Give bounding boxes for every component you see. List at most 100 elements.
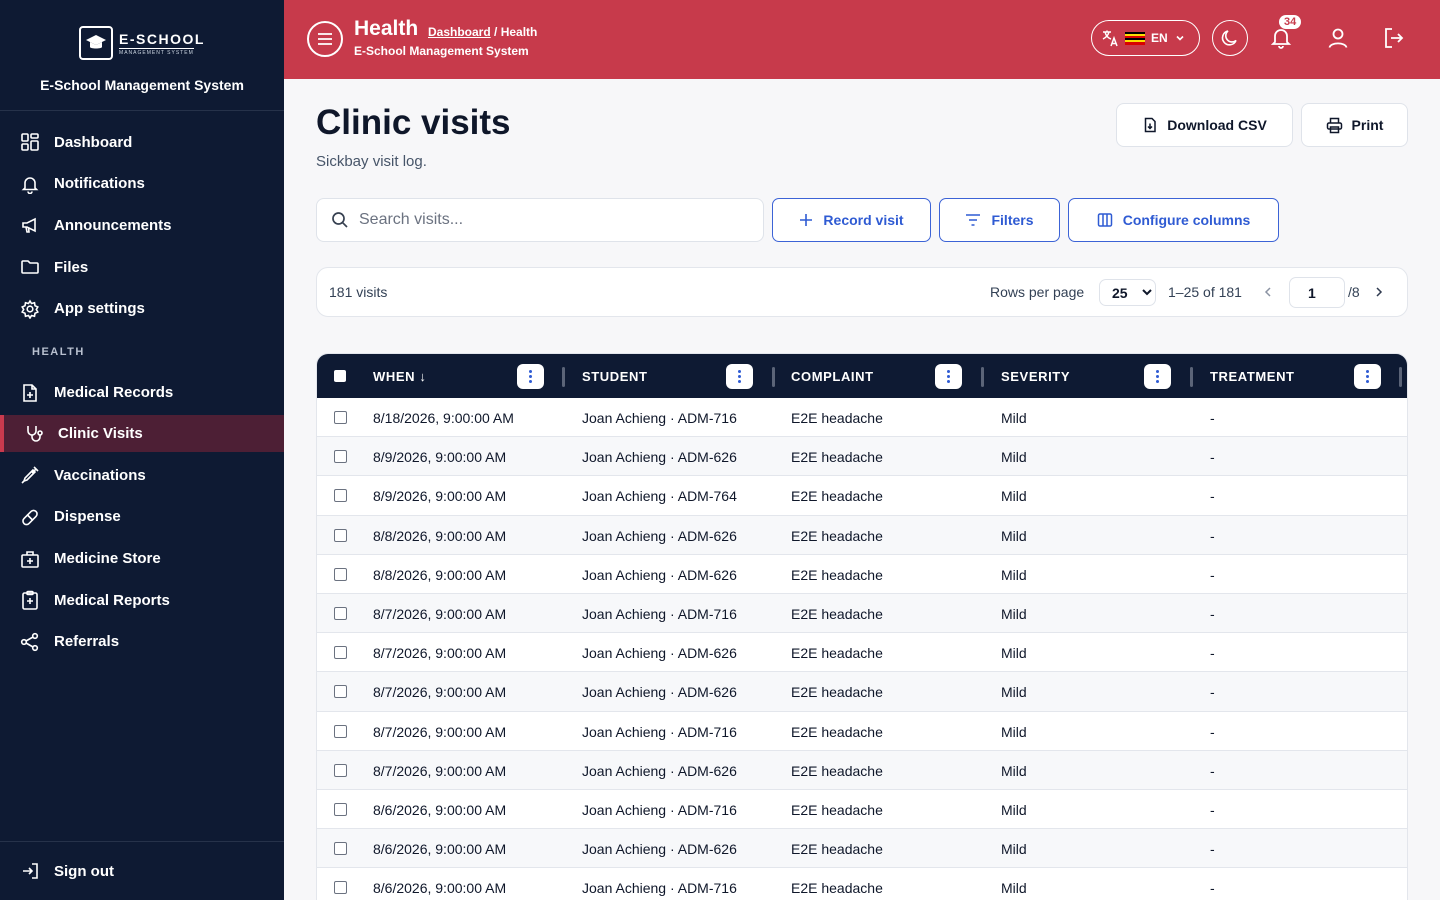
theme-toggle-button[interactable] [1212,20,1248,56]
column-menu-button[interactable] [1354,364,1381,389]
table-row[interactable]: 8/9/2026, 9:00:00 AM Joan Achieng · ADM-6… [317,437,1407,477]
table-row[interactable]: 8/7/2026, 9:00:00 AM Joan Achieng · ADM-7… [317,593,1407,634]
row-checkbox[interactable] [334,646,347,660]
table-row[interactable]: 8/7/2026, 9:00:00 AM Joan Achieng · ADM-6… [317,672,1407,712]
sidebar-item-vaccinations[interactable]: Vaccinations [0,456,284,494]
column-header-complaint[interactable]: COMPLAINT [791,354,874,398]
language-selector[interactable]: EN [1091,20,1200,56]
column-header-when[interactable]: WHEN ↓ [373,354,426,398]
row-checkbox[interactable] [334,685,347,699]
sidebar-item-files[interactable]: Files [0,248,284,286]
search-input[interactable] [359,211,739,229]
menu-toggle-button[interactable] [307,21,343,57]
sidebar-item-referrals[interactable]: Referrals [0,623,284,661]
sidebar: E-SCHOOL MANAGEMENT SYSTEM E-School Mana… [0,0,284,900]
table-row[interactable]: 8/7/2026, 9:00:00 AM Joan Achieng · ADM-6… [317,750,1407,790]
sidebar-item-clinic-visits[interactable]: Clinic Visits [0,415,284,453]
chevron-left-icon[interactable] [1261,285,1275,299]
row-checkbox[interactable] [334,763,347,777]
page-section-title: Health [354,17,419,40]
sidebar-item-medical-records[interactable]: Medical Records [0,374,284,412]
complaint-cell: E2E headache [791,880,883,897]
chevron-right-icon[interactable] [1372,285,1386,299]
sidebar-item-label: Medical Records [54,384,174,402]
sidebar-item-medical-reports[interactable]: Medical Reports [0,581,284,619]
treatment-cell: - [1210,762,1215,779]
table-row[interactable]: 8/6/2026, 9:00:00 AM Joan Achieng · ADM-6… [317,829,1407,869]
student-cell: Joan Achieng · ADM-716 [582,605,737,622]
page-number-input[interactable] [1289,277,1345,308]
sidebar-item-notifications[interactable]: Notifications [0,165,284,203]
logout-icon[interactable] [1382,26,1406,50]
sidebar-item-dashboard[interactable]: Dashboard [0,123,284,161]
complaint-cell: E2E headache [791,841,883,858]
language-code: EN [1151,31,1168,45]
kebab-icon [738,369,741,384]
search-box[interactable] [316,198,764,242]
row-checkbox[interactable] [334,606,347,620]
sidebar-item-announcements[interactable]: Announcements [0,206,284,244]
column-resizer[interactable] [772,367,775,387]
table-row[interactable]: 8/7/2026, 9:00:00 AM Joan Achieng · ADM-7… [317,712,1407,751]
column-menu-button[interactable] [935,364,962,389]
sidebar-item-app-settings[interactable]: App settings [0,290,284,328]
sidebar-item-medicine-store[interactable]: Medicine Store [0,540,284,578]
configure-columns-button[interactable]: Configure columns [1068,198,1279,242]
sidebar-item-label: Medicine Store [54,550,161,567]
complaint-cell: E2E headache [791,410,883,426]
column-menu-button[interactable] [726,364,753,389]
record-visit-button[interactable]: Record visit [772,198,931,242]
sidebar-item-label: Announcements [54,216,172,234]
column-header-student[interactable]: STUDENT [582,354,648,398]
filters-button[interactable]: Filters [939,198,1060,242]
column-header-treatment[interactable]: TREATMENT [1210,354,1295,398]
severity-cell: Mild [1001,410,1027,426]
download-csv-button[interactable]: Download CSV [1116,103,1293,147]
row-checkbox[interactable] [334,489,347,503]
table-row[interactable]: 8/6/2026, 9:00:00 AM Joan Achieng · ADM-7… [317,790,1407,830]
severity-cell: Mild [1001,527,1027,544]
user-profile-icon[interactable] [1326,26,1350,50]
column-resizer[interactable] [562,367,565,387]
column-resizer[interactable] [1190,367,1193,387]
print-button[interactable]: Print [1301,103,1408,147]
sidebar-item-label: Dashboard [54,133,133,151]
table-row[interactable]: 8/8/2026, 9:00:00 AM Joan Achieng · ADM-6… [317,515,1407,555]
visit-date-cell: 8/18/2026, 9:00:00 AM [373,410,514,426]
treatment-cell: - [1210,645,1215,662]
table-row[interactable]: 8/8/2026, 9:00:00 AM Joan Achieng · ADM-6… [317,555,1407,594]
student-cell: Joan Achieng · ADM-626 [582,449,737,466]
kebab-icon [529,369,532,384]
table-row[interactable]: 8/18/2026, 9:00:00 AM Joan Achieng · ADM-… [317,398,1407,438]
column-header-severity[interactable]: SEVERITY [1001,354,1070,398]
breadcrumb-dashboard-link[interactable]: Dashboard [428,25,491,39]
total-pages: /8 [1348,284,1360,300]
sign-out-button[interactable]: Sign out [0,841,284,900]
row-checkbox[interactable] [334,567,347,581]
row-checkbox[interactable] [334,450,347,464]
page-range: 1–25 of 181 [1168,284,1242,300]
column-menu-button[interactable] [517,364,544,389]
row-checkbox[interactable] [334,802,347,816]
sidebar-item-label: Dispense [54,508,121,526]
column-resizer[interactable] [981,367,984,387]
rows-per-page-select[interactable]: 25 [1099,279,1156,306]
visit-date-cell: 8/7/2026, 9:00:00 AM [373,723,507,740]
complaint-cell: E2E headache [791,527,883,544]
download-csv-label: Download CSV [1167,117,1267,133]
table-row[interactable]: 8/9/2026, 9:00:00 AM Joan Achieng · ADM-7… [317,476,1407,516]
treatment-cell: - [1210,880,1215,897]
select-all-checkbox[interactable] [334,370,346,382]
table-row[interactable]: 8/6/2026, 9:00:00 AM Joan Achieng · ADM-7… [317,868,1407,900]
breadcrumb-current: / Health [490,25,538,39]
table-row[interactable]: 8/7/2026, 9:00:00 AM Joan Achieng · ADM-6… [317,633,1407,673]
row-checkbox[interactable] [334,881,347,895]
row-checkbox[interactable] [334,724,347,738]
sidebar-item-dispense[interactable]: Dispense [0,498,284,536]
row-checkbox[interactable] [334,411,347,424]
column-menu-button[interactable] [1144,364,1171,389]
clinic-visits-table: WHEN ↓ STUDENT COMPLAINT SEVERITY TREATM… [316,353,1408,900]
row-checkbox[interactable] [334,528,347,542]
column-resizer[interactable] [1399,367,1402,387]
row-checkbox[interactable] [334,842,347,856]
